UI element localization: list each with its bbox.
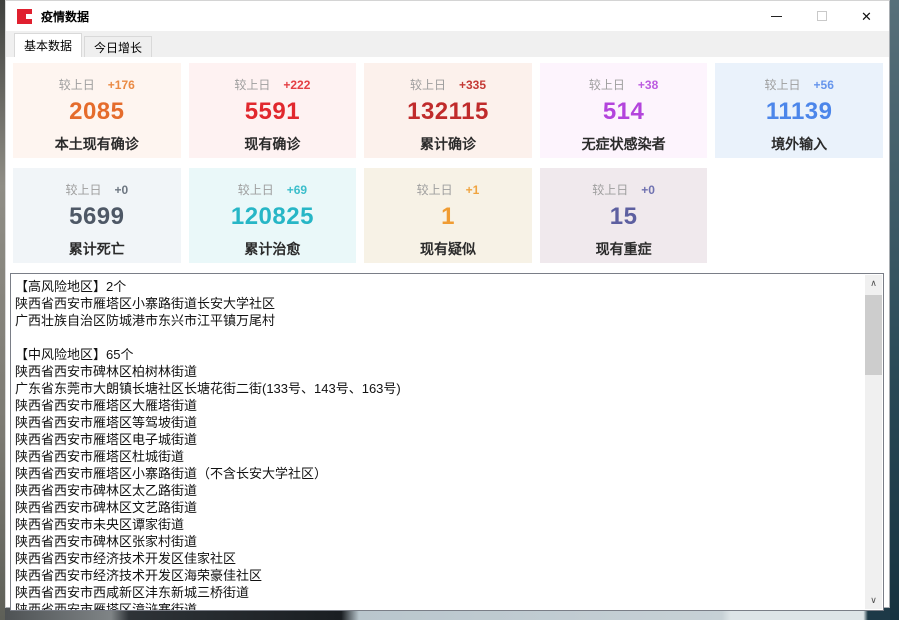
delta-value: +0: [641, 183, 655, 197]
delta-label: 较上日: [238, 183, 274, 197]
stat-card-total-cured: 较上日 +69 120825 累计治愈: [189, 168, 357, 263]
tab-label: 今日增长: [94, 39, 142, 56]
stat-label: 本土现有确诊: [13, 134, 181, 154]
desktop-edge-right: [890, 0, 899, 620]
tab-basic-data[interactable]: 基本数据: [14, 33, 82, 57]
window-title: 疫情数据: [41, 8, 89, 25]
stat-label: 累计确诊: [364, 134, 532, 154]
risk-list-item: 陕西省西安市雁塔区电子城街道: [15, 431, 861, 448]
risk-list-item: 广东省东莞市大朗镇长塘社区长塘花街二街(133号、143号、163号): [15, 380, 861, 397]
delta-label: 较上日: [765, 78, 801, 92]
close-button[interactable]: ✕: [844, 1, 889, 31]
delta-value: +1: [466, 183, 480, 197]
maximize-icon: [817, 11, 827, 21]
maximize-button[interactable]: [799, 1, 844, 31]
stat-label: 累计治愈: [189, 239, 357, 259]
stat-card-local-confirmed: 较上日 +176 2085 本土现有确诊: [13, 63, 181, 158]
risk-list-item: 陕西省西安市雁塔区小寨路街道（不含长安大学社区）: [15, 465, 861, 482]
risk-list-item: 陕西省西安市未央区谭家街道: [15, 516, 861, 533]
delta-label: 较上日: [589, 78, 625, 92]
tab-strip: 基本数据 今日增长: [6, 31, 889, 57]
stat-value: 120825: [189, 203, 357, 231]
vertical-scrollbar[interactable]: ∧ ∨: [865, 275, 882, 609]
stat-value: 514: [540, 98, 708, 126]
delta-value: +335: [459, 78, 486, 92]
stat-card-imported: 较上日 +56 11139 境外输入: [715, 63, 883, 158]
scroll-down-button[interactable]: ∨: [865, 592, 882, 609]
stat-value: 2085: [13, 98, 181, 126]
stat-card-total-confirmed: 较上日 +335 132115 累计确诊: [364, 63, 532, 158]
delta-label: 较上日: [410, 78, 446, 92]
stat-value: 5591: [189, 98, 357, 126]
app-icon: [17, 9, 32, 24]
delta-label: 较上日: [234, 78, 270, 92]
delta-value: +176: [108, 78, 135, 92]
stat-label: 累计死亡: [13, 239, 181, 259]
stat-label: 境外输入: [715, 134, 883, 154]
stat-value: 1: [364, 203, 532, 231]
delta-label: 较上日: [592, 183, 628, 197]
delta-label: 较上日: [417, 183, 453, 197]
risk-list-item: 陕西省西安市雁塔区等驾坡街道: [15, 414, 861, 431]
risk-list-item: 陕西省西安市经济技术开发区佳家社区: [15, 550, 861, 567]
stat-label: 现有确诊: [189, 134, 357, 154]
risk-list-item: 陕西省西安市西咸新区沣东新城三桥街道: [15, 584, 861, 601]
stat-cards-section: 较上日 +176 2085 本土现有确诊 较上日 +222 5591 现有确诊 较上…: [6, 57, 889, 263]
delta-value: +56: [814, 78, 834, 92]
stat-card-row-2: 较上日 +0 5699 累计死亡 较上日 +69 120825 累计治愈 较上日 +1…: [13, 168, 883, 263]
stat-label: 现有重症: [540, 239, 708, 259]
window-controls: ✕: [754, 1, 889, 31]
stat-card-current-confirmed: 较上日 +222 5591 现有确诊: [189, 63, 357, 158]
scroll-up-button[interactable]: ∧: [865, 275, 882, 292]
stat-label: 无症状感染者: [540, 134, 708, 154]
risk-list-item: 陕西省西安市碑林区文艺路街道: [15, 499, 861, 516]
stat-value: 5699: [13, 203, 181, 231]
risk-list-item: 陕西省西安市雁塔区杜城街道: [15, 448, 861, 465]
stat-card-row-1: 较上日 +176 2085 本土现有确诊 较上日 +222 5591 现有确诊 较上…: [13, 63, 883, 158]
delta-value: +38: [638, 78, 658, 92]
risk-list-item: 陕西省西安市碑林区柏树林街道: [15, 363, 861, 380]
risk-list-item: 陕西省西安市碑林区张家村街道: [15, 533, 861, 550]
risk-list-item: 陕西省西安市经济技术开发区海荣豪佳社区: [15, 567, 861, 584]
minimize-button[interactable]: [754, 1, 799, 31]
stat-value: 15: [540, 203, 708, 231]
tab-today-growth[interactable]: 今日增长: [84, 36, 152, 57]
risk-list-item: 陕西省西安市雁塔区大雁塔街道: [15, 397, 861, 414]
delta-value: +0: [114, 183, 128, 197]
risk-list-item: 广西壮族自治区防城港市东兴市江平镇万尾村: [15, 312, 861, 329]
stat-card-total-deaths: 较上日 +0 5699 累计死亡: [13, 168, 181, 263]
delta-value: +222: [283, 78, 310, 92]
risk-list-header-medium: 【中风险地区】65个: [15, 346, 861, 363]
minimize-icon: [771, 16, 782, 17]
risk-list-item: 陕西省西安市雁塔区漳浒寨街道: [15, 601, 861, 611]
stat-card-asymptomatic: 较上日 +38 514 无症状感染者: [540, 63, 708, 158]
title-bar: 疫情数据 ✕: [6, 1, 889, 31]
app-window: 疫情数据 ✕ 基本数据 今日增长 较上日 +176 2085 本土现有确诊 较上日…: [5, 0, 890, 608]
risk-list-blank-line: [15, 329, 861, 346]
stat-value: 11139: [715, 98, 883, 126]
delta-label: 较上日: [65, 183, 101, 197]
risk-list-item: 陕西省西安市雁塔区小寨路街道长安大学社区: [15, 295, 861, 312]
stat-card-empty-slot: [715, 168, 883, 263]
tab-label: 基本数据: [24, 37, 72, 54]
stat-label: 现有疑似: [364, 239, 532, 259]
delta-value: +69: [287, 183, 307, 197]
scroll-up-icon: ∧: [870, 278, 877, 289]
close-icon: ✕: [861, 10, 872, 23]
risk-area-listbox[interactable]: 【高风险地区】2个 陕西省西安市雁塔区小寨路街道长安大学社区 广西壮族自治区防城…: [10, 273, 884, 611]
stat-card-current-severe: 较上日 +0 15 现有重症: [540, 168, 708, 263]
scroll-down-icon: ∨: [870, 595, 877, 606]
stat-card-current-suspected: 较上日 +1 1 现有疑似: [364, 168, 532, 263]
risk-list-header-high: 【高风险地区】2个: [15, 278, 861, 295]
scrollbar-thumb[interactable]: [865, 295, 882, 375]
delta-label: 较上日: [59, 78, 95, 92]
stat-value: 132115: [364, 98, 532, 126]
risk-list-item: 陕西省西安市碑林区太乙路街道: [15, 482, 861, 499]
